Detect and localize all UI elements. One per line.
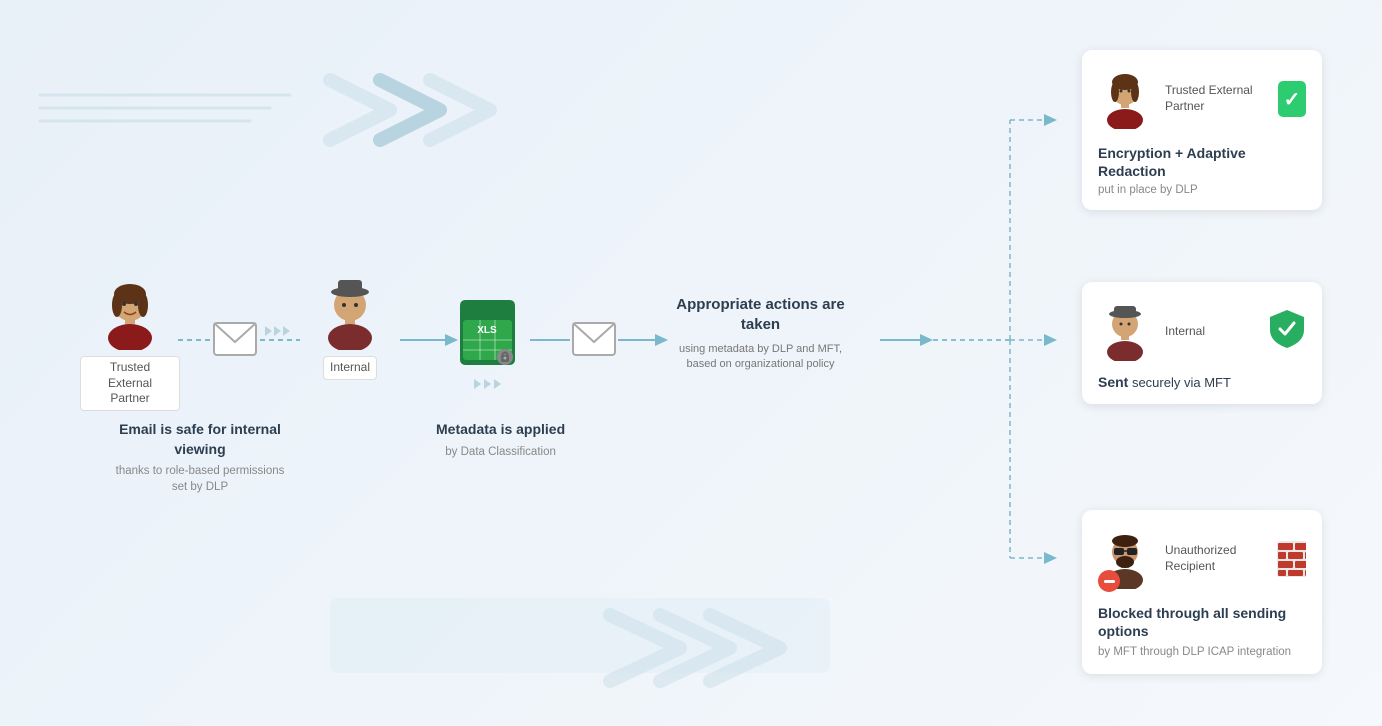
outcome-blocked-subtitle: by MFT through DLP ICAP integration — [1098, 644, 1306, 660]
metadata-desc-subtitle: by Data Classification — [436, 444, 565, 460]
email-desc-subtitle: thanks to role-based permissions set by … — [115, 463, 285, 495]
email-desc: Email is safe for internal viewing thank… — [115, 420, 285, 495]
metadata-desc: Metadata is applied by Data Classificati… — [436, 420, 565, 460]
source-person-label: Trusted External Partner — [80, 356, 180, 411]
action-box: Appropriate actions are taken using meta… — [668, 295, 853, 373]
outcome-sent-text: Sent securely via MFT — [1098, 374, 1306, 390]
email-desc-title: Email is safe for internal viewing — [115, 420, 285, 459]
triple-arrows-1 — [265, 326, 290, 336]
source-avatar — [95, 270, 165, 350]
diagram-container: Trusted External Partner — [0, 0, 1382, 726]
sent-bold: Sent — [1098, 374, 1128, 390]
internal-avatar — [315, 270, 385, 350]
source-person-node: Trusted External Partner — [80, 270, 180, 411]
action-subtitle: using metadata by DLP and MFT, based on … — [668, 342, 853, 373]
outcome-trusted-partner: Trusted External Partner ✓ Encryption + … — [1082, 50, 1322, 210]
internal-person-label: Internal — [323, 356, 377, 380]
outcome-unauthorized-label: Unauthorized Recipient — [1165, 543, 1265, 574]
outcome-trusted-subtitle: put in place by DLP — [1098, 184, 1306, 196]
outcome-internal-sent: Internal Sent securely via MFT — [1082, 282, 1322, 404]
sent-suffix: securely via MFT — [1128, 375, 1231, 390]
no-entry-icon — [1098, 570, 1120, 592]
outcome-blocked-title: Blocked through all sending options — [1098, 604, 1306, 640]
outcome-trusted-title: Encryption + Adaptive Redaction — [1098, 144, 1306, 180]
email-icon-2 — [572, 322, 616, 361]
outcome-trusted-label: Trusted External Partner — [1165, 83, 1266, 114]
outcome-unauthorized: Unauthorized Recipient — [1082, 510, 1322, 674]
xls-icon: XLS — [455, 295, 520, 370]
outcome-internal-label: Internal — [1165, 324, 1205, 338]
internal-person-node: Internal — [300, 270, 400, 380]
email-icon-1 — [213, 322, 257, 361]
outcome-shield-icon — [1268, 308, 1306, 355]
outcome-internal-avatar — [1098, 296, 1153, 366]
action-title: Appropriate actions are taken — [668, 295, 853, 334]
xls-file-node: XLS — [455, 295, 520, 389]
metadata-desc-title: Metadata is applied — [436, 420, 565, 440]
outcome-check-icon: ✓ — [1278, 81, 1306, 117]
outcome-unauthorized-avatar — [1098, 524, 1153, 594]
outcome-trusted-avatar — [1098, 64, 1153, 134]
outcome-brick-icon — [1277, 541, 1306, 577]
